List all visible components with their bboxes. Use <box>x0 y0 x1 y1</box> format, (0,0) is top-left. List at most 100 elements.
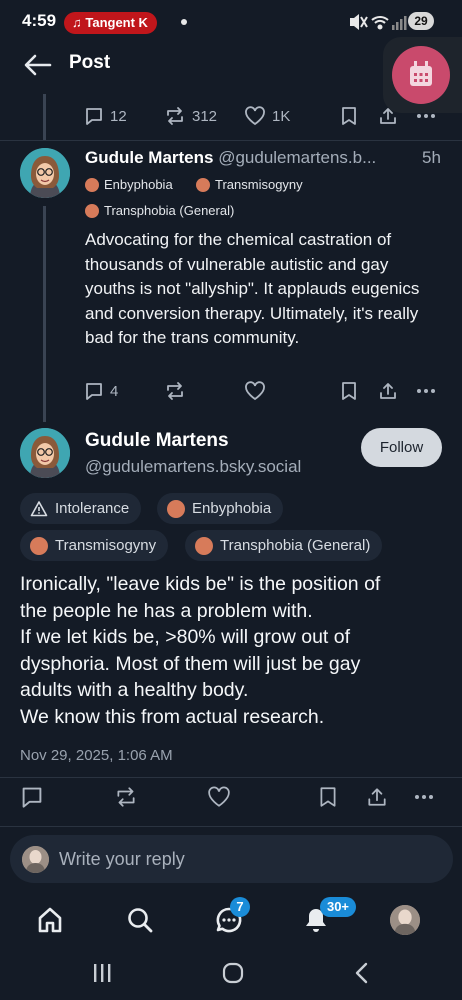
label-text: Enbyphobia <box>192 500 272 517</box>
tab-profile[interactable] <box>385 900 425 940</box>
post-text-line: We know this from actual research. <box>20 705 325 728</box>
divider <box>0 826 462 827</box>
post-text-line: Ironically, "leave kids be" is the posit… <box>20 573 381 595</box>
status-icons <box>350 14 407 30</box>
reply-button[interactable]: 4 <box>84 379 118 403</box>
bookmark-button[interactable] <box>318 785 344 809</box>
more-dots-icon <box>415 795 433 799</box>
moderation-label[interactable]: Transphobia (General) <box>85 203 234 218</box>
reply-input[interactable]: Write your reply <box>10 835 453 883</box>
parent-post-actions: 12 312 1K <box>84 104 444 128</box>
notification-pill[interactable]: ♫ Tangent K <box>64 12 157 34</box>
status-time: 4:59 <box>22 11 57 30</box>
reply-count: 12 <box>110 107 127 125</box>
post-text: Ironically, "leave kids be" is the posit… <box>20 571 445 730</box>
mute-icon <box>350 14 368 30</box>
thread-line-top <box>43 94 46 140</box>
reply-icon <box>22 787 42 808</box>
reply-button[interactable] <box>20 785 50 809</box>
bottom-tab-bar: 7 30+ <box>0 890 462 948</box>
repost-button[interactable] <box>114 785 144 809</box>
repost-button[interactable]: 312 <box>164 104 217 128</box>
notifications-badge: 30+ <box>320 897 356 917</box>
floating-overlay-button[interactable] <box>383 37 462 113</box>
avatar[interactable] <box>20 428 70 478</box>
label-text: Transmisogyny <box>55 537 157 554</box>
post-text-line: dysphoria. Most of them will just be gay <box>20 652 361 675</box>
repost-icon <box>117 787 135 807</box>
bookmark-icon <box>320 787 336 807</box>
reply-author-name[interactable]: Gudule Martens <box>85 148 213 167</box>
more-button[interactable] <box>415 104 443 128</box>
page-title: Post <box>69 52 111 73</box>
moderation-label[interactable]: Transmisogyny <box>20 530 169 561</box>
moderation-label[interactable]: Intolerance <box>20 493 142 524</box>
post-author-name[interactable]: Gudule Martens <box>85 430 229 452</box>
reply-button[interactable]: 12 <box>84 104 127 128</box>
system-nav-bar <box>0 948 462 1000</box>
avatar-illustration <box>22 846 49 873</box>
home-nav-icon[interactable] <box>221 961 245 985</box>
like-button[interactable] <box>207 785 237 809</box>
reply-placeholder: Write your reply <box>59 849 185 869</box>
moderation-label[interactable]: Enbyphobia <box>157 493 284 524</box>
heart-icon <box>245 106 265 126</box>
more-dots-icon <box>417 389 435 393</box>
like-count: 1K <box>272 107 291 125</box>
reply-post-actions: 4 <box>84 379 444 403</box>
avatar-illustration <box>20 428 70 478</box>
back-arrow-icon[interactable] <box>22 52 54 78</box>
back-nav-icon[interactable] <box>352 961 372 985</box>
share-button[interactable] <box>366 785 394 809</box>
avatar <box>22 846 49 873</box>
labeler-avatar-icon <box>195 536 213 555</box>
recents-icon[interactable] <box>90 962 114 984</box>
warning-icon <box>30 500 48 516</box>
share-icon <box>368 788 386 806</box>
home-icon <box>38 907 62 933</box>
post-date[interactable]: Nov 29, 2025, 1:06 AM <box>20 747 173 764</box>
reply-icon <box>86 108 102 125</box>
chat-badge: 7 <box>230 897 250 917</box>
divider <box>0 140 462 141</box>
avatar <box>390 905 420 935</box>
signal-icon <box>392 16 407 30</box>
tab-search[interactable] <box>120 900 160 940</box>
repost-button[interactable] <box>164 379 192 403</box>
labeler-avatar-icon <box>85 203 99 218</box>
share-icon <box>380 108 396 124</box>
labeler-avatar-icon <box>167 499 185 518</box>
follow-button[interactable]: Follow <box>361 428 442 467</box>
reply-timestamp[interactable]: 5h <box>422 148 441 168</box>
share-button[interactable] <box>378 379 404 403</box>
label-text: Transphobia (General) <box>220 537 371 554</box>
reply-author[interactable]: Gudule Martens @gudulemartens.b... <box>85 148 376 168</box>
more-button[interactable] <box>415 379 443 403</box>
tab-home[interactable] <box>30 900 70 940</box>
divider <box>0 777 462 778</box>
heart-icon <box>245 381 265 401</box>
heart-icon <box>208 786 230 807</box>
label-text: Intolerance <box>55 500 130 517</box>
more-button[interactable] <box>412 785 442 809</box>
repost-icon <box>167 107 183 125</box>
bookmark-button[interactable] <box>340 379 364 403</box>
moderation-label[interactable]: Enbyphobia <box>85 177 173 192</box>
moderation-label[interactable]: Transphobia (General) <box>185 530 383 561</box>
reply-author-handle[interactable]: @gudulemartens.b... <box>218 148 376 167</box>
share-button[interactable] <box>378 104 404 128</box>
like-button[interactable]: 1K <box>244 104 290 128</box>
reply-count: 4 <box>110 382 119 400</box>
repost-icon <box>167 382 183 400</box>
avatar[interactable] <box>20 148 70 198</box>
more-dots-icon <box>417 114 435 118</box>
moderation-label[interactable]: Transmisogyny <box>196 177 303 192</box>
share-icon <box>380 383 396 399</box>
wifi-icon <box>371 16 389 30</box>
like-button[interactable] <box>244 379 272 403</box>
post-author-handle[interactable]: @gudulemartens.bsky.social <box>85 457 301 477</box>
bookmark-button[interactable] <box>340 104 364 128</box>
avatar-illustration <box>20 148 70 198</box>
search-icon <box>128 908 153 933</box>
repost-count: 312 <box>192 107 218 125</box>
